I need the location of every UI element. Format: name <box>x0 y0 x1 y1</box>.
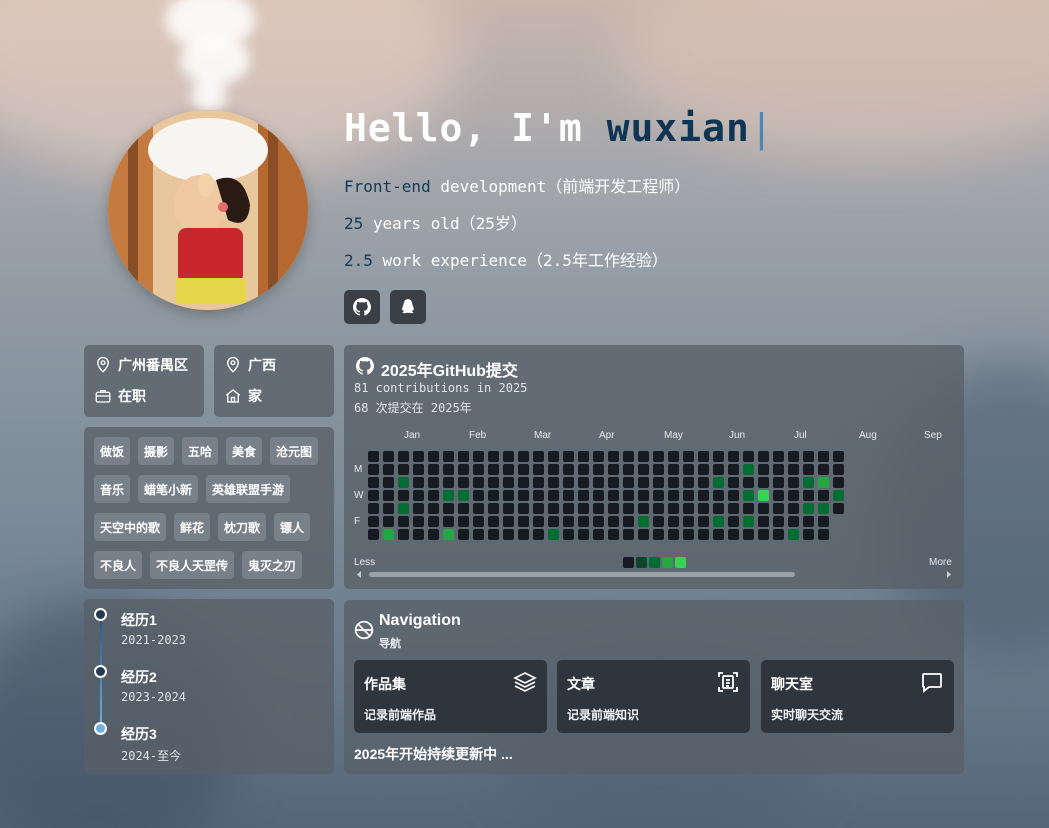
location-card: 广州番禺区 在职 <box>84 345 204 417</box>
nav-card-desc: 记录前端作品 <box>364 708 437 722</box>
avatar <box>108 110 308 310</box>
work-status-row: 在职 <box>94 386 146 406</box>
day-label: W <box>354 490 364 501</box>
hometown-text: 广西 <box>248 357 276 373</box>
tag: 蜡笔小新 <box>138 475 199 503</box>
hero-title: Hello, I'm wuxian| <box>344 106 774 150</box>
month-label: Aug <box>859 430 877 441</box>
tag: 枕刀歌 <box>218 513 267 541</box>
legend-level-4 <box>675 557 686 568</box>
day-label: M <box>354 464 363 475</box>
timeline-title: 经历1 <box>121 612 157 628</box>
scrollbar-thumb[interactable] <box>369 572 795 577</box>
experience-text: work experience（2.5年工作经验） <box>372 251 668 270</box>
legend-less: Less <box>354 557 376 568</box>
legend-level-2 <box>649 557 660 568</box>
legend-more: More <box>929 557 952 568</box>
hometown-row: 广西 <box>224 355 276 375</box>
tag: 做饭 <box>94 437 131 465</box>
nav-card-title: 作品集 <box>364 676 406 692</box>
tag: 天空中的歌 <box>94 513 167 541</box>
tag: 镖人 <box>274 513 311 541</box>
qq-button[interactable] <box>390 290 426 324</box>
tag: 摄影 <box>138 437 175 465</box>
tag: 英雄联盟手游 <box>206 475 291 503</box>
github-icon <box>356 357 374 375</box>
articles-link[interactable]: 文章 记录前端知识 <box>557 660 750 733</box>
timeline-date: 2023-2024 <box>121 690 187 704</box>
tag: 不良人 <box>94 551 143 579</box>
contributions-summary-en: 81 contributions in 2025 <box>354 381 528 395</box>
timeline-title: 经历2 <box>121 669 157 685</box>
timeline-date: 2021-2023 <box>121 633 187 647</box>
experience-highlight: 2.5 <box>344 251 373 270</box>
chat-icon <box>922 673 942 693</box>
compass-icon <box>354 620 374 640</box>
timeline-title: 经历3 <box>121 726 157 742</box>
portfolio-link[interactable]: 作品集 记录前端作品 <box>354 660 547 733</box>
scroll-left-arrow-icon[interactable] <box>356 571 362 578</box>
typing-cursor: | <box>749 106 774 150</box>
layers-icon <box>513 672 537 692</box>
month-label: Sep <box>924 430 942 441</box>
month-label: May <box>664 430 683 441</box>
tag: 音乐 <box>94 475 131 503</box>
briefcase-icon <box>95 390 111 403</box>
nav-card-desc: 实时聊天交流 <box>771 708 844 722</box>
greeting-text: Hello, I'm <box>344 106 607 150</box>
qq-icon <box>402 299 414 314</box>
location-row: 广州番禺区 <box>94 355 188 375</box>
role-text: development（前端开发工程师） <box>430 177 691 196</box>
navigation-title: Navigation <box>379 612 461 629</box>
age-text: years old（25岁） <box>363 214 527 233</box>
tag: 五哈 <box>182 437 219 465</box>
timeline-date: 2024-至今 <box>121 749 182 763</box>
contributions-summary-zh: 68 次提交在 2025年 <box>354 401 472 415</box>
hero-age: 25 years old（25岁） <box>344 210 527 234</box>
chatroom-link[interactable]: 聊天室 实时聊天交流 <box>761 660 954 733</box>
month-label: Jan <box>404 430 421 441</box>
age-highlight: 25 <box>344 214 364 233</box>
legend-level-0 <box>623 557 634 568</box>
nav-card-title: 聊天室 <box>771 676 813 692</box>
timeline-dot <box>94 608 107 621</box>
github-title: 2025年GitHub提交 <box>381 363 518 380</box>
home-row: 家 <box>224 386 262 406</box>
work-status-text: 在职 <box>118 388 146 404</box>
tag: 沧元图 <box>270 437 319 465</box>
tag: 不良人天罡传 <box>150 551 235 579</box>
github-icon <box>353 298 371 316</box>
day-label: F <box>354 516 361 527</box>
location-text: 广州番禺区 <box>118 357 188 373</box>
legend-level-3 <box>662 557 673 568</box>
article-icon <box>718 672 738 692</box>
month-label: Jun <box>729 430 746 441</box>
month-label: Jul <box>794 430 807 441</box>
hometown-card: 广西 家 <box>214 345 334 417</box>
home-text: 家 <box>248 388 262 404</box>
month-label: Feb <box>469 430 487 441</box>
legend-level-1 <box>636 557 647 568</box>
map-pin-icon <box>97 356 109 373</box>
update-note: 2025年开始持续更新中 ... <box>354 746 513 762</box>
nav-card-desc: 记录前端知识 <box>567 708 640 722</box>
map-pin-icon <box>227 356 239 373</box>
navigation-subtitle: 导航 <box>379 638 401 650</box>
month-label: Apr <box>599 430 615 441</box>
timeline-dot <box>94 665 107 678</box>
hero-experience: 2.5 work experience（2.5年工作经验） <box>344 247 668 271</box>
hero-name: wuxian <box>606 106 750 150</box>
github-button[interactable] <box>344 290 380 324</box>
month-label: Mar <box>534 430 552 441</box>
tag: 鲜花 <box>174 513 211 541</box>
hero-role: Front-end development（前端开发工程师） <box>344 173 690 197</box>
tag: 美食 <box>226 437 263 465</box>
tag: 鬼灭之刃 <box>242 551 303 579</box>
scroll-right-arrow-icon[interactable] <box>946 571 952 578</box>
role-highlight: Front-end <box>344 177 431 196</box>
nav-card-title: 文章 <box>567 676 595 692</box>
house-icon <box>225 389 241 403</box>
timeline-dot-current <box>94 722 107 735</box>
